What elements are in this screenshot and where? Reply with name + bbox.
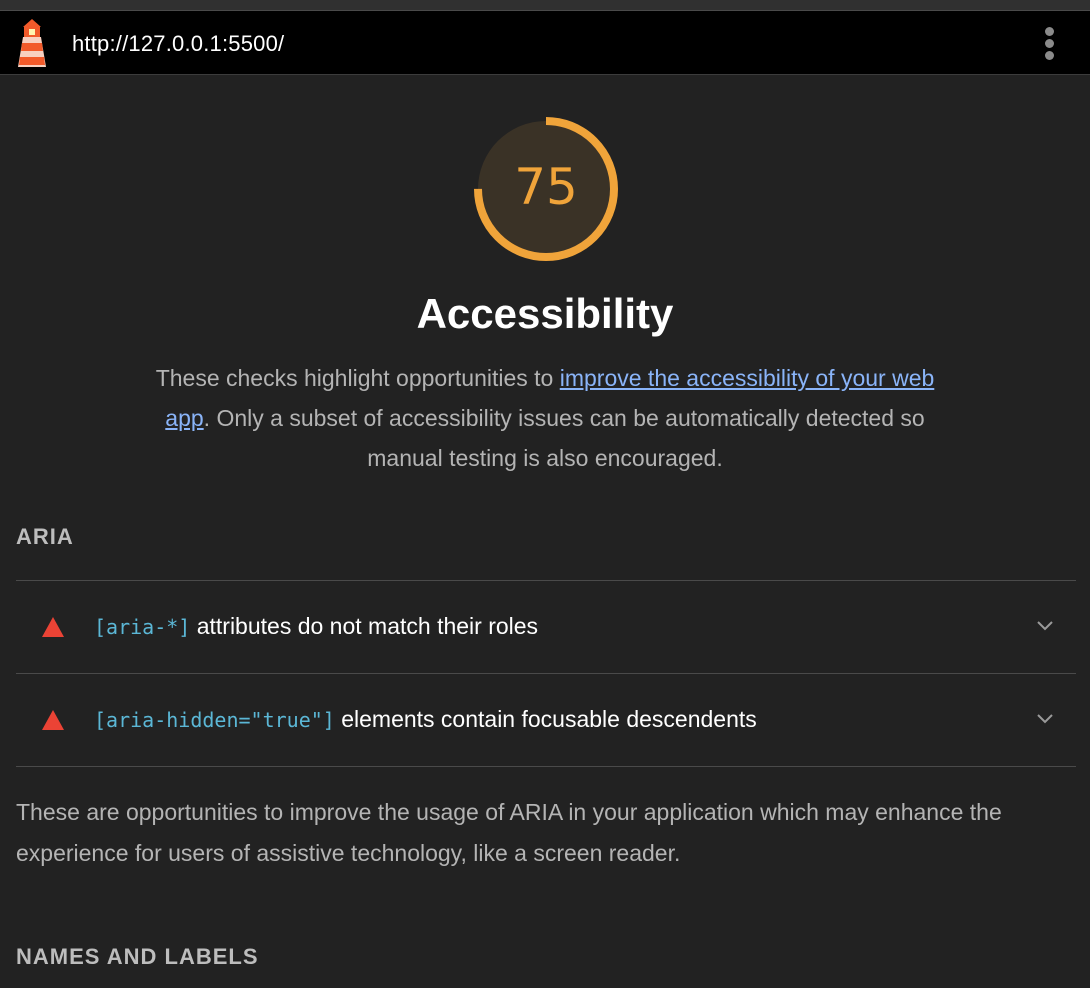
group-title-aria: ARIA xyxy=(16,524,74,549)
more-vertical-icon[interactable] xyxy=(1038,27,1062,61)
divider xyxy=(16,766,1076,767)
audit-label: attributes do not match their roles xyxy=(190,613,539,639)
audit-aria-hidden-focus[interactable]: [aria-hidden="true"] elements contain fo… xyxy=(16,674,1076,766)
audit-code: [aria-hidden="true"] xyxy=(94,708,335,732)
chevron-down-icon[interactable] xyxy=(1036,710,1054,728)
chevron-down-icon[interactable] xyxy=(1036,617,1054,635)
fail-triangle-icon xyxy=(42,710,64,730)
description-text: . Only a subset of accessibility issues … xyxy=(203,405,925,471)
group-title-names-and-labels: NAMES AND LABELS xyxy=(16,944,259,969)
score-value: 75 xyxy=(514,158,578,216)
lighthouse-icon xyxy=(18,19,46,67)
category-title: Accessibility xyxy=(416,290,674,337)
audit-title: [aria-*] attributes do not match their r… xyxy=(94,613,538,640)
fail-triangle-icon xyxy=(42,617,64,637)
description-text: These checks highlight opportunities to xyxy=(155,365,560,391)
audit-title: [aria-hidden="true"] elements contain fo… xyxy=(94,706,757,733)
report-topbar: http://127.0.0.1:5500/ xyxy=(0,11,1090,75)
report-url: http://127.0.0.1:5500/ xyxy=(72,31,285,56)
audit-code: [aria-*] xyxy=(94,615,191,639)
audit-aria-allowed-attr[interactable]: [aria-*] attributes do not match their r… xyxy=(16,581,1076,673)
group-description-aria: These are opportunities to improve the u… xyxy=(16,799,1002,866)
category-description: These checks highlight opportunities to … xyxy=(145,358,945,478)
window-top-strip xyxy=(0,0,1090,11)
audit-label: elements contain focusable descendents xyxy=(334,706,757,732)
